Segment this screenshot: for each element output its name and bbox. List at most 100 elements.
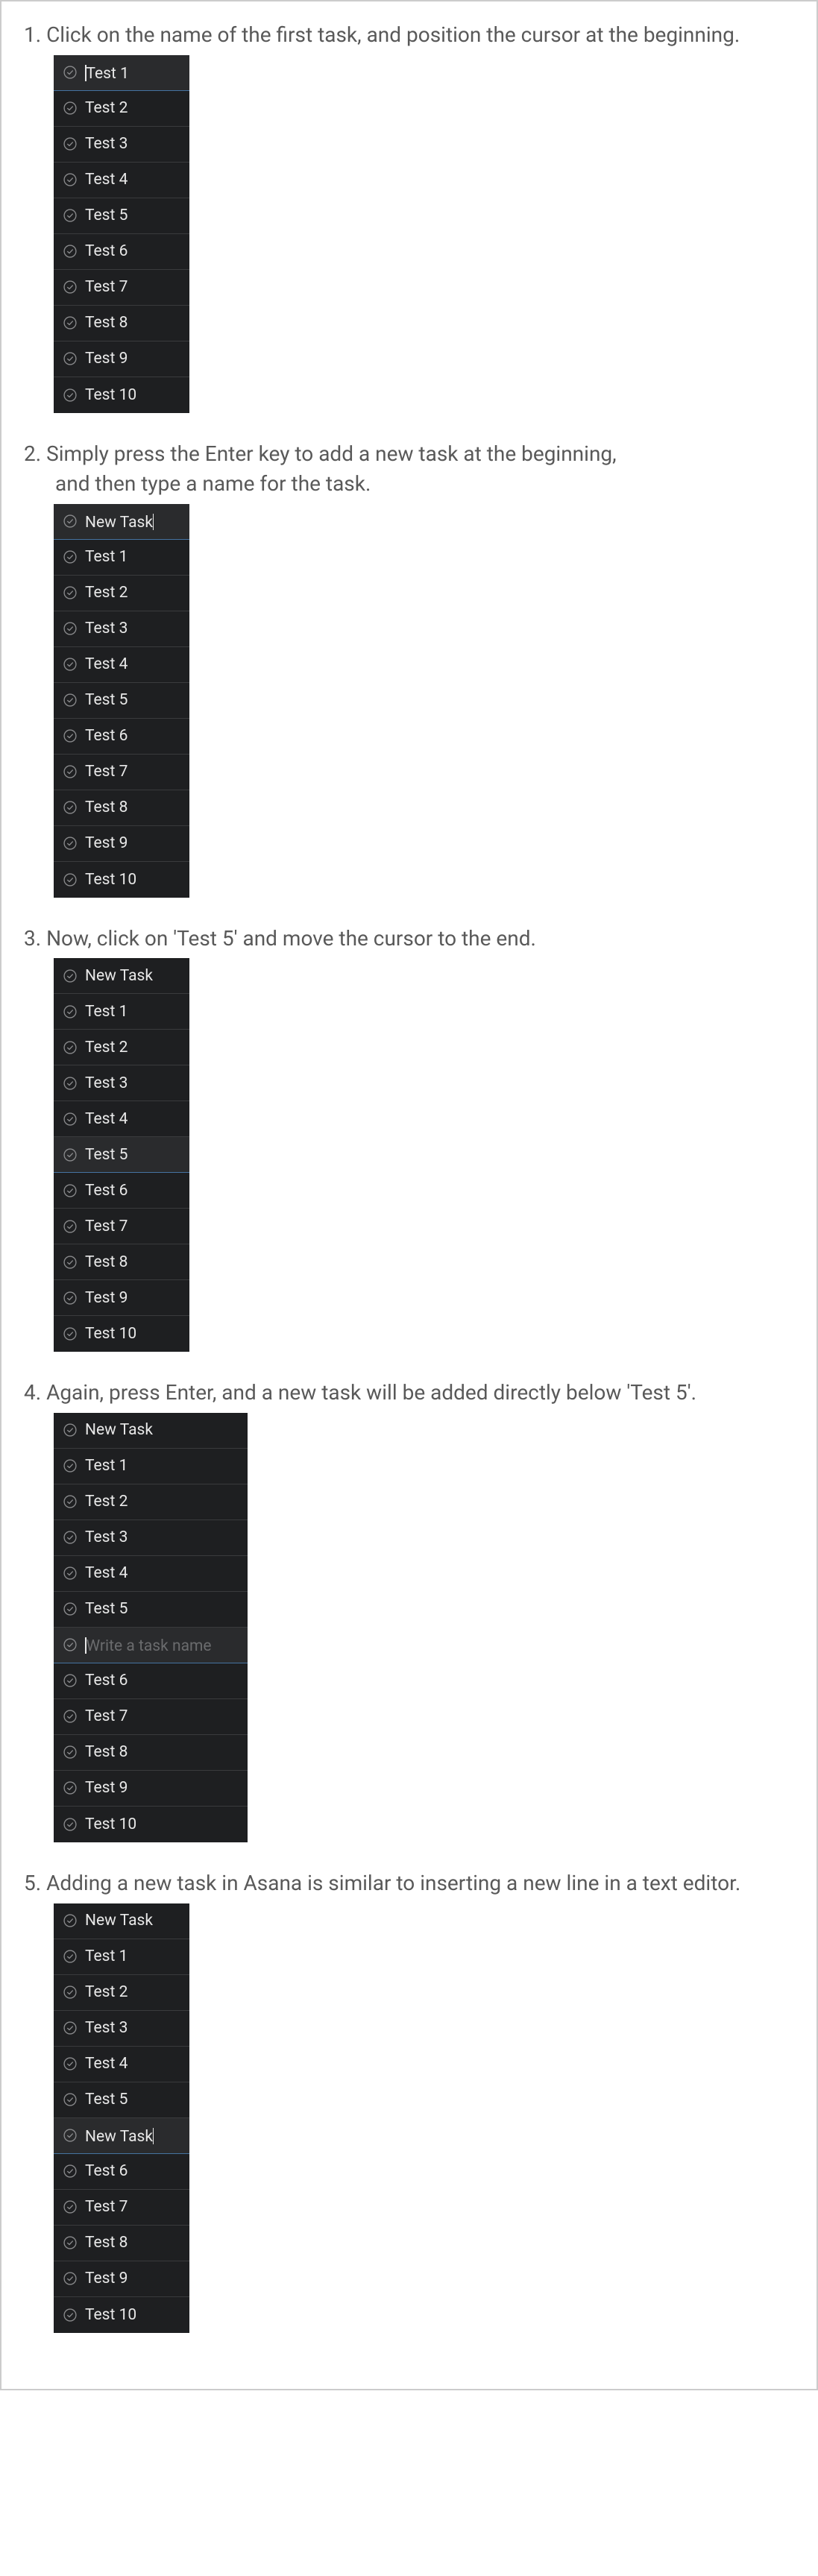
task-row[interactable]: Test 8	[54, 306, 189, 341]
task-row[interactable]: Test 6	[54, 719, 189, 755]
task-row[interactable]: Test 6	[54, 1663, 248, 1699]
task-name-input[interactable]: Test 3	[85, 1074, 182, 1092]
task-complete-icon[interactable]	[63, 1040, 78, 1055]
task-row[interactable]: Test 7	[54, 2190, 189, 2226]
task-complete-icon[interactable]	[63, 1949, 78, 1964]
task-name-input[interactable]: Test 8	[85, 1253, 182, 1271]
task-row[interactable]: Test 1	[54, 994, 189, 1030]
task-row[interactable]: Test 1	[54, 1449, 248, 1484]
task-name-input[interactable]: Test 6	[85, 242, 182, 260]
task-row[interactable]: Test 6	[54, 1173, 189, 1209]
task-name-placeholder[interactable]: Write a task name	[85, 1634, 240, 1655]
task-row[interactable]: Test 3	[54, 611, 189, 647]
task-row[interactable]: New Task	[54, 1903, 189, 1939]
task-complete-icon[interactable]	[63, 1112, 78, 1127]
task-name-input[interactable]: Test 10	[85, 2306, 182, 2324]
task-row[interactable]: Test 8	[54, 1244, 189, 1280]
task-row[interactable]: New Task	[54, 958, 189, 994]
task-complete-icon[interactable]	[63, 1423, 78, 1437]
task-row[interactable]: Test 1	[54, 540, 189, 576]
task-complete-icon[interactable]	[63, 2308, 78, 2323]
task-name-input[interactable]: Test 9	[85, 834, 182, 852]
task-name-input[interactable]: Test 5	[85, 1146, 182, 1164]
task-name-input[interactable]: Test 2	[85, 1039, 182, 1056]
task-complete-icon[interactable]	[63, 549, 78, 564]
task-row[interactable]: Test 2	[54, 1030, 189, 1065]
task-name-input[interactable]: Test 9	[85, 1289, 182, 1307]
task-name-input[interactable]: Test 10	[85, 386, 182, 404]
task-complete-icon[interactable]	[63, 969, 78, 983]
task-name-input[interactable]: Test 1	[85, 1457, 240, 1475]
task-row[interactable]: Test 3	[54, 2011, 189, 2047]
task-name-input[interactable]: Test 5	[85, 1600, 240, 1618]
task-name-input[interactable]: New Task	[85, 967, 182, 985]
task-complete-icon[interactable]	[63, 836, 78, 851]
task-row[interactable]: Test 10	[54, 1316, 189, 1352]
task-name-input[interactable]: Test 4	[85, 1110, 182, 1128]
task-complete-icon[interactable]	[63, 2092, 78, 2107]
task-complete-icon[interactable]	[63, 1530, 78, 1545]
task-row[interactable]: Test 3	[54, 1520, 248, 1556]
task-complete-icon[interactable]	[63, 2271, 78, 2286]
task-row[interactable]: Test 7	[54, 1209, 189, 1244]
task-complete-icon[interactable]	[63, 1494, 78, 1509]
task-name-input[interactable]: Test 4	[85, 2055, 182, 2073]
task-complete-icon[interactable]	[63, 280, 78, 295]
task-complete-icon[interactable]	[63, 172, 78, 187]
task-row[interactable]: Test 9	[54, 1771, 248, 1807]
task-row[interactable]: Test 3	[54, 1065, 189, 1101]
task-name-input[interactable]: Test 3	[85, 135, 182, 153]
task-name-input[interactable]: Test 6	[85, 1672, 240, 1689]
task-complete-icon[interactable]	[63, 101, 78, 116]
task-row[interactable]: Test 5	[54, 198, 189, 234]
task-complete-icon[interactable]	[63, 388, 78, 403]
task-complete-icon[interactable]	[63, 1673, 78, 1688]
task-name-input[interactable]: Test 8	[85, 2234, 182, 2252]
task-row[interactable]: Test 10	[54, 377, 189, 413]
task-complete-icon[interactable]	[63, 872, 78, 887]
task-row[interactable]: Test 4	[54, 647, 189, 683]
task-complete-icon[interactable]	[63, 1817, 78, 1832]
task-row[interactable]: Test 4	[54, 163, 189, 198]
task-complete-icon[interactable]	[63, 351, 78, 366]
task-complete-icon[interactable]	[63, 1745, 78, 1760]
task-complete-icon[interactable]	[63, 1004, 78, 1019]
task-name-input[interactable]: Test 2	[85, 1983, 182, 2001]
task-row[interactable]: Test 7	[54, 270, 189, 306]
task-name-input[interactable]: New Task	[85, 1912, 182, 1930]
task-row[interactable]: Test 4	[54, 2047, 189, 2082]
task-name-input[interactable]: Test 7	[85, 278, 182, 296]
task-name-input[interactable]: Test 3	[85, 2019, 182, 2037]
task-complete-icon[interactable]	[63, 1326, 78, 1341]
task-name-input[interactable]: Test 3	[85, 620, 182, 637]
task-row[interactable]: Test 9	[54, 2261, 189, 2297]
task-complete-icon[interactable]	[63, 315, 78, 330]
task-row[interactable]: Test 2	[54, 576, 189, 611]
task-row[interactable]: Test 5	[54, 1592, 248, 1628]
task-row[interactable]: Test 2	[54, 1484, 248, 1520]
task-name-input[interactable]: Test 6	[85, 2162, 182, 2180]
task-name-input[interactable]: Test 8	[85, 1743, 240, 1761]
task-name-input[interactable]: New Task	[85, 1421, 240, 1439]
task-complete-icon[interactable]	[63, 657, 78, 672]
task-name-input[interactable]: Test 9	[85, 2270, 182, 2287]
task-name-input[interactable]: Test 3	[85, 1528, 240, 1546]
task-name-input[interactable]: Test 10	[85, 871, 182, 889]
task-name-input[interactable]: Test 1	[85, 1003, 182, 1021]
task-complete-icon[interactable]	[63, 244, 78, 259]
task-row[interactable]: Test 8	[54, 790, 189, 826]
task-row[interactable]: Test 5	[54, 683, 189, 719]
task-complete-icon[interactable]	[63, 208, 78, 223]
task-row[interactable]: Test 8	[54, 1735, 248, 1771]
task-complete-icon[interactable]	[63, 1147, 78, 1162]
task-row[interactable]: Test 8	[54, 2226, 189, 2261]
task-complete-icon[interactable]	[63, 2235, 78, 2250]
task-name-input[interactable]: New Task	[85, 2125, 182, 2146]
task-complete-icon[interactable]	[63, 1709, 78, 1724]
task-row[interactable]: Write a task name	[54, 1628, 248, 1663]
task-row[interactable]: Test 3	[54, 127, 189, 163]
task-complete-icon[interactable]	[63, 1913, 78, 1928]
task-name-input[interactable]: Test 5	[85, 691, 182, 709]
task-row[interactable]: Test 2	[54, 1975, 189, 2011]
task-row[interactable]: Test 7	[54, 755, 189, 790]
